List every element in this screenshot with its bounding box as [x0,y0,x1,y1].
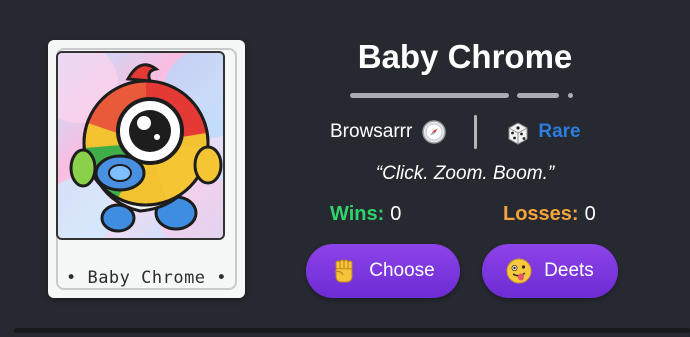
wins-label: Wins: [330,203,385,225]
card-caption: • Baby Chrome • [48,268,245,288]
zany-face-icon [506,258,532,284]
choose-button[interactable]: Choose [306,244,460,298]
dice-icon [505,120,529,145]
compass-icon [422,120,447,144]
rarity-label: Rare [538,121,581,142]
baby-chrome-illustration [56,51,225,240]
losses-stat: Losses: 0 [503,203,596,226]
browser-type: Browsarrr [330,121,413,142]
underline-bar-long [350,93,509,98]
bottom-scroll-track [14,328,690,333]
card-caption-text: Baby Chrome [87,268,206,288]
losses-value: 0 [584,203,596,225]
page-title: Baby Chrome [357,38,573,75]
deets-button[interactable]: Deets [482,244,618,298]
deets-button-label: Deets [544,260,594,281]
choose-button-label: Choose [369,260,435,281]
caption-dot-left: • [65,268,77,288]
underline-bar-short [517,93,559,98]
raised-fist-icon [331,258,357,284]
wins-stat: Wins: 0 [330,203,401,226]
tagline-quote: “Click. Zoom. Boom.” [375,163,555,184]
meta-row: Browsarrr Rare [330,115,581,149]
underline-dot [568,93,573,98]
character-card: • Baby Chrome • [48,40,245,298]
caption-dot-right: • [216,268,228,288]
meta-divider [474,115,478,149]
losses-label: Losses: [503,203,579,225]
wins-value: 0 [390,203,402,225]
